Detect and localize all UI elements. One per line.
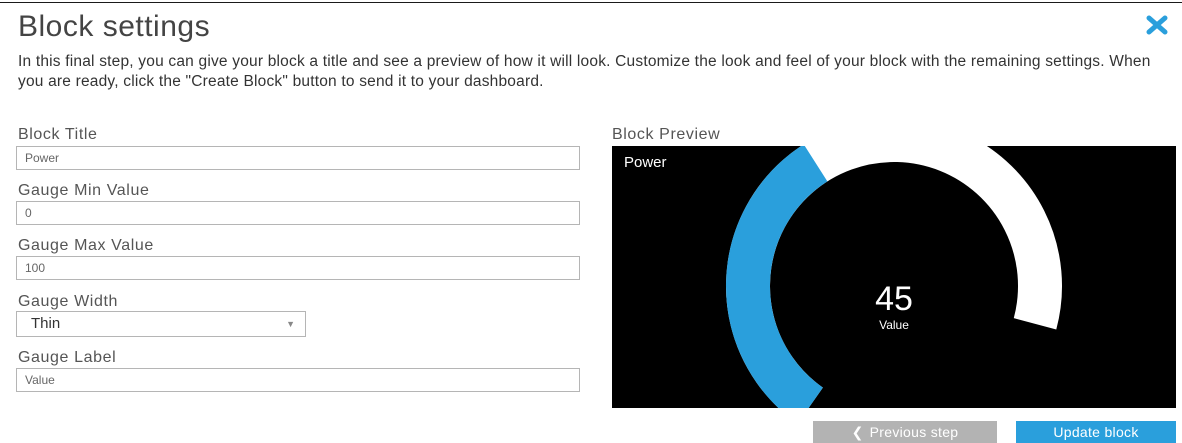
- gauge-width-label: Gauge Width: [18, 293, 118, 310]
- gauge-width-select[interactable]: Thin ▼: [16, 311, 306, 337]
- top-divider: [0, 2, 1182, 3]
- block-preview-label: Block Preview: [612, 126, 721, 143]
- close-icon[interactable]: [1146, 14, 1168, 36]
- chevron-left-icon: ❮: [851, 424, 864, 440]
- block-preview-panel: Power 45 Value: [612, 146, 1176, 408]
- block-title-label: Block Title: [18, 126, 98, 143]
- gauge-max-input[interactable]: [16, 256, 580, 280]
- dialog-description: In this final step, you can give your bl…: [18, 53, 1151, 90]
- gauge-value: 45: [875, 280, 913, 318]
- gauge-min-label: Gauge Min Value: [18, 182, 150, 199]
- previous-step-label: Previous step: [869, 424, 959, 440]
- gauge-min-input[interactable]: [16, 201, 580, 225]
- gauge-value-label: Value: [879, 318, 909, 332]
- dialog-title: Block settings: [18, 10, 211, 43]
- gauge-chart: [726, 146, 1062, 408]
- gauge-max-label: Gauge Max Value: [18, 237, 154, 254]
- previous-step-button[interactable]: ❮ Previous step: [813, 421, 997, 443]
- gauge-width-selected: Thin: [31, 315, 61, 332]
- gauge-fill: [726, 146, 828, 408]
- dropdown-caret-icon: ▼: [286, 319, 295, 329]
- update-block-button[interactable]: Update block: [1016, 421, 1176, 443]
- gauge-label-label: Gauge Label: [18, 349, 117, 366]
- block-title-input[interactable]: [16, 146, 580, 170]
- gauge-label-input[interactable]: [16, 368, 580, 392]
